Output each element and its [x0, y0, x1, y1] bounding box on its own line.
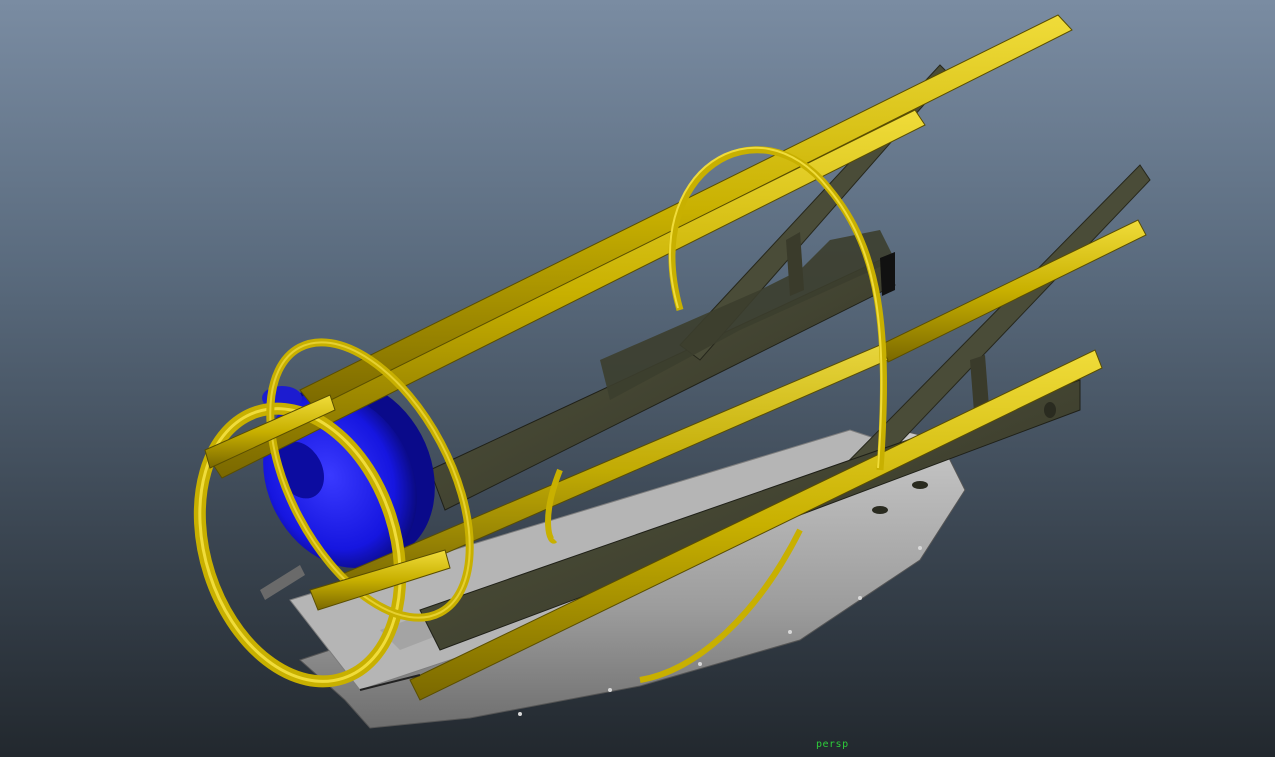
perspective-scene[interactable]: [0, 0, 1275, 757]
camera-name-label: persp: [816, 739, 849, 750]
middle-right-rail: [879, 219, 1147, 363]
black-clip: [880, 252, 895, 296]
front-bracket: [260, 565, 305, 600]
3d-viewport[interactable]: persp: [0, 0, 1275, 757]
